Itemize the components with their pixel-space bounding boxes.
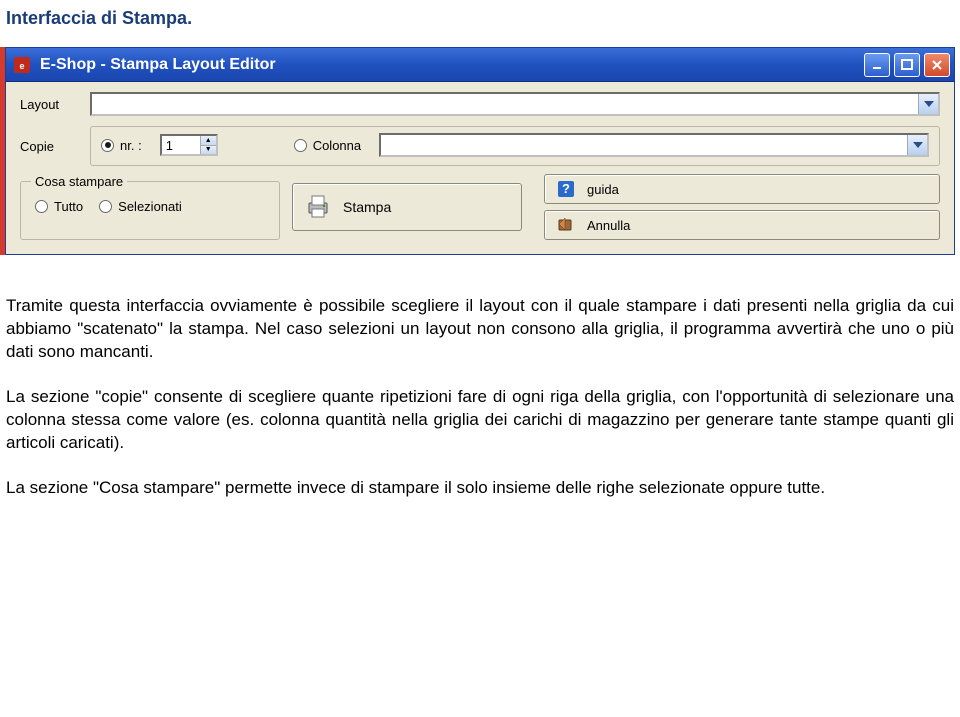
cosa-stampare-legend: Cosa stampare (31, 174, 127, 189)
nr-spinbox-value: 1 (162, 138, 200, 153)
radio-icon (35, 200, 48, 213)
window: e E-Shop - Stampa Layout Editor (5, 47, 955, 255)
chevron-down-icon[interactable] (907, 135, 927, 155)
chevron-down-icon[interactable] (918, 94, 938, 114)
window-controls (864, 53, 950, 77)
paragraph-2: La sezione "copie" consente di scegliere… (6, 386, 954, 455)
window-outer: e E-Shop - Stampa Layout Editor (0, 47, 960, 255)
tutto-radio-label: Tutto (54, 199, 83, 214)
client-area: Layout Copie nr. : (6, 82, 954, 254)
annulla-button-label: Annulla (587, 218, 630, 233)
window-title: E-Shop - Stampa Layout Editor (40, 56, 864, 74)
back-icon (555, 214, 577, 236)
minimize-button[interactable] (864, 53, 890, 77)
spin-up-icon[interactable]: ▲ (201, 136, 216, 146)
app-icon: e (12, 55, 32, 75)
colonna-combobox[interactable] (379, 133, 929, 157)
guida-button[interactable]: ? guida (544, 174, 940, 204)
colonna-radio[interactable]: Colonna (294, 138, 361, 153)
svg-text:?: ? (562, 181, 570, 196)
layout-row: Layout (20, 92, 940, 116)
svg-text:e: e (19, 61, 24, 71)
titlebar: e E-Shop - Stampa Layout Editor (6, 48, 954, 82)
right-buttons: ? guida Annu (544, 174, 940, 240)
page-title: Interfaccia di Stampa. (6, 8, 960, 29)
copie-group: nr. : 1 ▲ ▼ Colonna (90, 126, 940, 166)
layout-label: Layout (20, 97, 80, 112)
stampa-button-wrap: Stampa (292, 174, 532, 240)
help-icon: ? (555, 178, 577, 200)
nr-radio[interactable]: nr. : (101, 138, 142, 153)
selezionati-radio-label: Selezionati (118, 199, 182, 214)
copie-label: Copie (20, 139, 80, 154)
copie-row: Copie nr. : 1 ▲ ▼ (20, 126, 940, 166)
nr-radio-label: nr. : (120, 138, 142, 153)
stampa-button-label: Stampa (343, 199, 391, 215)
printer-icon (303, 192, 333, 222)
nr-spinbox[interactable]: 1 ▲ ▼ (160, 134, 218, 156)
annulla-button[interactable]: Annulla (544, 210, 940, 240)
paragraph-1: Tramite questa interfaccia ovviamente è … (6, 295, 954, 364)
close-button[interactable] (924, 53, 950, 77)
spin-down-icon[interactable]: ▼ (201, 146, 216, 155)
colonna-radio-label: Colonna (313, 138, 361, 153)
cosa-stampare-group: Cosa stampare Tutto Selezionati (20, 174, 280, 240)
maximize-button[interactable] (894, 53, 920, 77)
guida-button-label: guida (587, 182, 619, 197)
bottom-area: Cosa stampare Tutto Selezionati (20, 174, 940, 240)
radio-icon (99, 200, 112, 213)
radio-icon (294, 139, 307, 152)
selezionati-radio[interactable]: Selezionati (99, 199, 182, 214)
paragraph-3: La sezione "Cosa stampare" permette inve… (6, 477, 954, 500)
stampa-button[interactable]: Stampa (292, 183, 522, 231)
tutto-radio[interactable]: Tutto (35, 199, 83, 214)
layout-combobox[interactable] (90, 92, 940, 116)
radio-icon (101, 139, 114, 152)
